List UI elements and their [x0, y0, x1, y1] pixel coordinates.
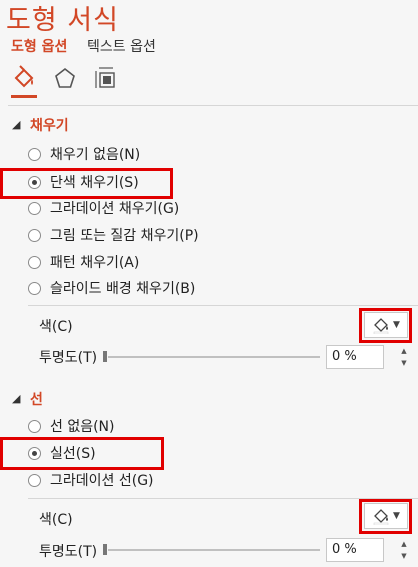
spin-down-icon[interactable]: ▼: [401, 552, 406, 560]
slider-thumb[interactable]: [103, 351, 107, 362]
paint-bucket-icon: [373, 318, 389, 334]
tab-text-options[interactable]: 텍스트 옵션: [87, 36, 156, 56]
spin-up-icon[interactable]: ▲: [401, 540, 406, 548]
radio-gradient-fill[interactable]: 그라데이션 채우기(G): [28, 197, 179, 219]
fill-color-button[interactable]: ▼: [364, 312, 408, 338]
radio-button[interactable]: [28, 201, 41, 215]
line-color-button[interactable]: ▼: [364, 503, 408, 529]
spin-down-icon[interactable]: ▼: [401, 359, 406, 367]
radio-pattern-fill[interactable]: 패턴 채우기(A): [28, 251, 139, 273]
paint-bucket-icon: [373, 509, 389, 525]
radio-no-fill[interactable]: 채우기 없음(N): [28, 143, 140, 165]
radio-picture-fill[interactable]: 그림 또는 질감 채우기(P): [28, 224, 199, 246]
chevron-down-icon: ▼: [393, 511, 400, 521]
radio-label: 선 없음(N): [50, 419, 115, 435]
divider: [8, 105, 418, 106]
collapse-arrow-icon[interactable]: ◢: [12, 392, 20, 405]
radio-label: 그라데이션 선(G): [50, 473, 154, 489]
fill-transparency-spinner[interactable]: ▲ ▼: [398, 345, 410, 369]
active-tab-indicator: [11, 95, 37, 98]
line-section-title[interactable]: 선: [30, 389, 43, 409]
radio-label: 채우기 없음(N): [50, 147, 141, 163]
radio-button[interactable]: [28, 473, 41, 487]
radio-button[interactable]: [28, 228, 41, 242]
spin-up-icon[interactable]: ▲: [401, 347, 406, 355]
radio-button[interactable]: [28, 147, 41, 161]
radio-button[interactable]: [28, 255, 41, 269]
fill-transparency-input[interactable]: 0 %: [326, 345, 384, 369]
tab-shape-options[interactable]: 도형 옵션: [11, 36, 67, 56]
fill-line-icon[interactable]: [10, 64, 38, 92]
line-transparency-slider[interactable]: [108, 549, 320, 551]
line-transparency-input[interactable]: 0 %: [326, 538, 384, 562]
radio-no-line[interactable]: 선 없음(N): [28, 415, 115, 437]
radio-button-selected[interactable]: [28, 175, 41, 189]
radio-solid-line[interactable]: 실선(S): [28, 442, 96, 464]
radio-label: 그라데이션 채우기(G): [50, 201, 180, 217]
fill-transparency-label: 투명도(T): [39, 350, 98, 366]
radio-label: 단색 채우기(S): [50, 175, 139, 191]
size-properties-icon[interactable]: [92, 64, 120, 92]
effects-pentagon-icon[interactable]: [51, 64, 79, 92]
line-transparency-label: 투명도(T): [39, 544, 98, 560]
radio-slide-background-fill[interactable]: 슬라이드 배경 채우기(B): [28, 277, 195, 299]
fill-section-title[interactable]: 채우기: [30, 115, 69, 135]
radio-label: 패턴 채우기(A): [50, 255, 140, 271]
slider-thumb[interactable]: [103, 544, 107, 555]
radio-label: 슬라이드 배경 채우기(B): [50, 281, 196, 297]
fill-color-label: 색(C): [39, 319, 73, 335]
radio-label: 실선(S): [50, 446, 96, 462]
divider: [28, 305, 418, 306]
radio-label: 그림 또는 질감 채우기(P): [50, 228, 199, 244]
fill-transparency-slider[interactable]: [108, 356, 320, 358]
line-color-label: 색(C): [39, 512, 73, 528]
panel-title: 도형 서식: [6, 5, 119, 36]
line-transparency-spinner[interactable]: ▲ ▼: [398, 538, 410, 562]
collapse-arrow-icon[interactable]: ◢: [12, 118, 20, 131]
radio-solid-fill[interactable]: 단색 채우기(S): [28, 171, 139, 193]
radio-button-selected[interactable]: [28, 446, 41, 460]
radio-button[interactable]: [28, 281, 41, 295]
chevron-down-icon: ▼: [393, 320, 400, 330]
radio-gradient-line[interactable]: 그라데이션 선(G): [28, 469, 154, 491]
radio-button[interactable]: [28, 419, 41, 433]
